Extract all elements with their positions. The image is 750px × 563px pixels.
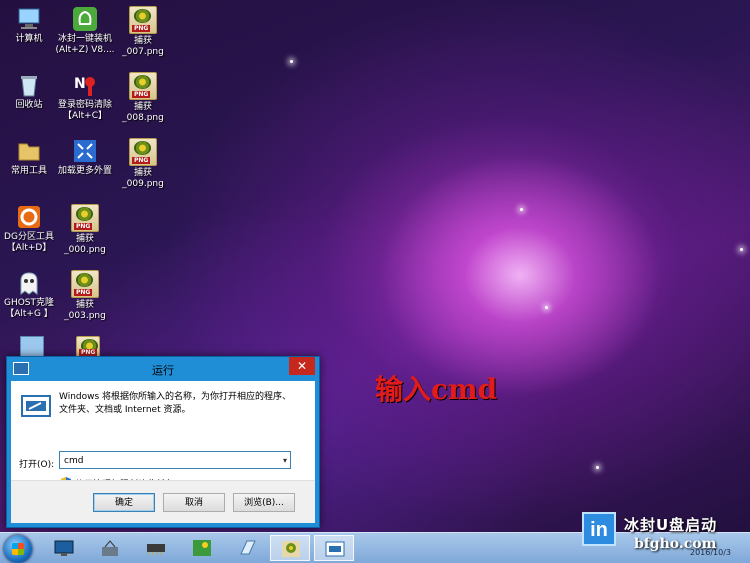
open-label: 打开(O):	[19, 460, 55, 470]
dg-partition-icon	[16, 204, 42, 230]
star	[596, 466, 599, 469]
desktop-icon-label: 捕获 _007.png	[122, 36, 164, 57]
taskbar-button-image-viewer[interactable]	[270, 535, 310, 561]
load-external-icon	[72, 138, 98, 164]
run-icon	[325, 541, 345, 557]
toolbox-icon	[102, 540, 118, 556]
cancel-button[interactable]: 取消	[163, 493, 225, 512]
dialog-title: 运行	[152, 364, 174, 377]
chevron-down-icon[interactable]: ▾	[283, 452, 287, 470]
dialog-description: Windows 将根据你所输入的名称，为你打开相应的程序、文件夹、文档或 Int…	[59, 392, 292, 415]
ok-button[interactable]: 确定	[93, 493, 155, 512]
desktop-icon-installer[interactable]: 冰封一键装机 (Alt+Z) V8....	[52, 6, 118, 56]
desktop-icon-label: 捕获 _008.png	[122, 102, 164, 123]
image-tool-icon	[193, 540, 211, 556]
png-file-icon	[71, 270, 99, 298]
desktop-icon-label: 捕获 _009.png	[122, 168, 164, 189]
desktop-icon-png-008[interactable]: 捕获 _008.png	[110, 72, 176, 124]
password-clear-icon: N	[72, 72, 98, 98]
dialog-body: Windows 将根据你所输入的名称，为你打开相应的程序、文件夹、文档或 Int…	[11, 381, 315, 523]
taskbar-button-hardware[interactable]	[136, 535, 176, 561]
desktop-icon-png-009[interactable]: 捕获 _009.png	[110, 138, 176, 190]
taskbar-button-files[interactable]	[228, 535, 268, 561]
brand-logo: in	[582, 512, 616, 546]
open-combobox[interactable]: cmd ▾	[59, 451, 291, 469]
taskbar-button-image-tool[interactable]	[182, 535, 222, 561]
png-file-icon	[282, 541, 300, 557]
desktop-icon-png-007[interactable]: 捕获 _007.png	[110, 6, 176, 58]
desktop-icon-label: 捕获 _000.png	[64, 234, 106, 255]
monitor-icon	[54, 540, 74, 556]
png-file-icon	[71, 204, 99, 232]
dialog-titlebar[interactable]: 运行 ✕	[7, 357, 319, 381]
files-icon	[240, 540, 256, 555]
desktop-icon-partial[interactable]	[20, 336, 44, 358]
desktop-icon-password-clear[interactable]: N 登录密码清除 【Alt+C】	[52, 72, 118, 122]
png-file-icon	[76, 336, 100, 358]
svg-text:N: N	[74, 76, 86, 92]
desktop-icon-label: 加载更多外置	[57, 166, 112, 176]
desktop-icon-png-000[interactable]: 捕获 _000.png	[52, 204, 118, 256]
memory-chip-icon	[147, 544, 165, 555]
png-file-icon	[129, 6, 157, 34]
taskbar-button-tools[interactable]	[90, 535, 130, 561]
taskbar-button-run[interactable]	[314, 535, 354, 561]
taskbar-button-explorer[interactable]	[44, 535, 84, 561]
computer-icon	[16, 6, 42, 32]
desktop-icon-load-external[interactable]: 加载更多外置	[52, 138, 118, 177]
star	[740, 248, 743, 251]
desktop-icon-label: 登录密码清除 【Alt+C】	[57, 100, 112, 121]
open-input-value[interactable]: cmd	[64, 456, 83, 466]
close-button[interactable]: ✕	[289, 357, 315, 375]
brand-name: 冰封U盘启动	[624, 516, 718, 534]
installer-icon	[72, 6, 98, 32]
folder-icon	[16, 138, 42, 164]
desktop-icon-label: 冰封一键装机 (Alt+Z) V8....	[55, 34, 115, 55]
dialog-button-bar: 确定 取消 浏览(B)...	[11, 480, 315, 523]
desktop-icon-label: 捕获 _003.png	[64, 300, 106, 321]
star	[545, 306, 548, 309]
png-file-icon	[129, 138, 157, 166]
browse-button[interactable]: 浏览(B)...	[233, 493, 295, 512]
ghost-icon	[16, 270, 42, 296]
clock-date[interactable]: 2016/10/3	[690, 548, 731, 557]
png-file-icon	[129, 72, 157, 100]
run-dialog: 运行 ✕ Windows 将根据你所输入的名称，为你打开相应的程序、文件夹、文档…	[6, 356, 320, 528]
instruction-annotation: 输入cmd	[375, 373, 498, 406]
desktop-icon-png-003[interactable]: 捕获 _003.png	[52, 270, 118, 322]
star	[520, 208, 523, 211]
star	[290, 60, 293, 63]
recycle-bin-icon	[16, 72, 42, 98]
start-button[interactable]	[4, 535, 32, 563]
run-icon	[21, 393, 53, 419]
